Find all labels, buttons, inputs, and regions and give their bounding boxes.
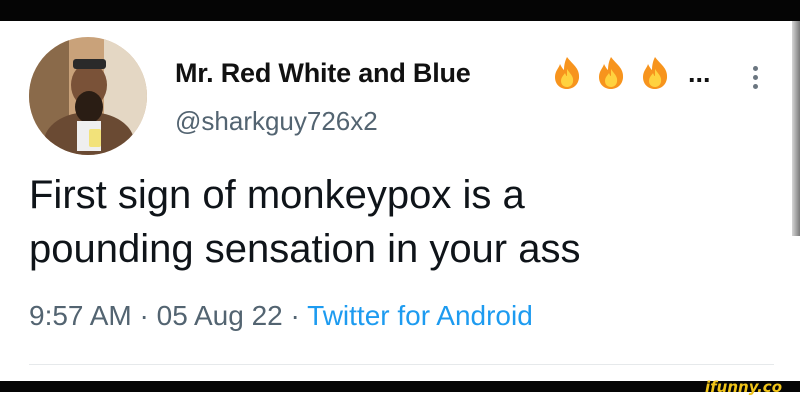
tweet-date[interactable]: 05 Aug 22	[157, 300, 283, 331]
name-truncation: ...	[688, 58, 711, 88]
user-handle[interactable]: @sharkguy726x2	[175, 106, 378, 137]
avatar[interactable]	[29, 37, 147, 155]
tweet-text-line: First sign of monkeypox is a	[29, 173, 525, 217]
meta-separator: ·	[139, 300, 149, 331]
tweet-text: First sign of monkeypox is a pounding se…	[29, 168, 769, 276]
fire-icon	[643, 57, 668, 89]
display-name[interactable]: Mr. Red White and Blue	[175, 58, 471, 89]
tweet-meta: 9:57 AM · 05 Aug 22 · Twitter for Androi…	[29, 300, 533, 332]
fire-icon	[599, 57, 624, 89]
meta-separator: ·	[290, 300, 300, 331]
watermark: ifunny.co	[705, 378, 782, 396]
tweet-source-link[interactable]: Twitter for Android	[307, 300, 533, 331]
tweet-text-line: pounding sensation in your ass	[29, 227, 581, 271]
more-options-icon[interactable]	[746, 57, 764, 97]
name-emojis	[552, 55, 684, 91]
scrollbar[interactable]	[792, 21, 800, 236]
tweet-time[interactable]: 9:57 AM	[29, 300, 132, 331]
bottom-black-bar	[0, 381, 800, 392]
divider	[29, 364, 774, 365]
fire-icon	[555, 57, 580, 89]
top-black-bar	[0, 0, 800, 21]
